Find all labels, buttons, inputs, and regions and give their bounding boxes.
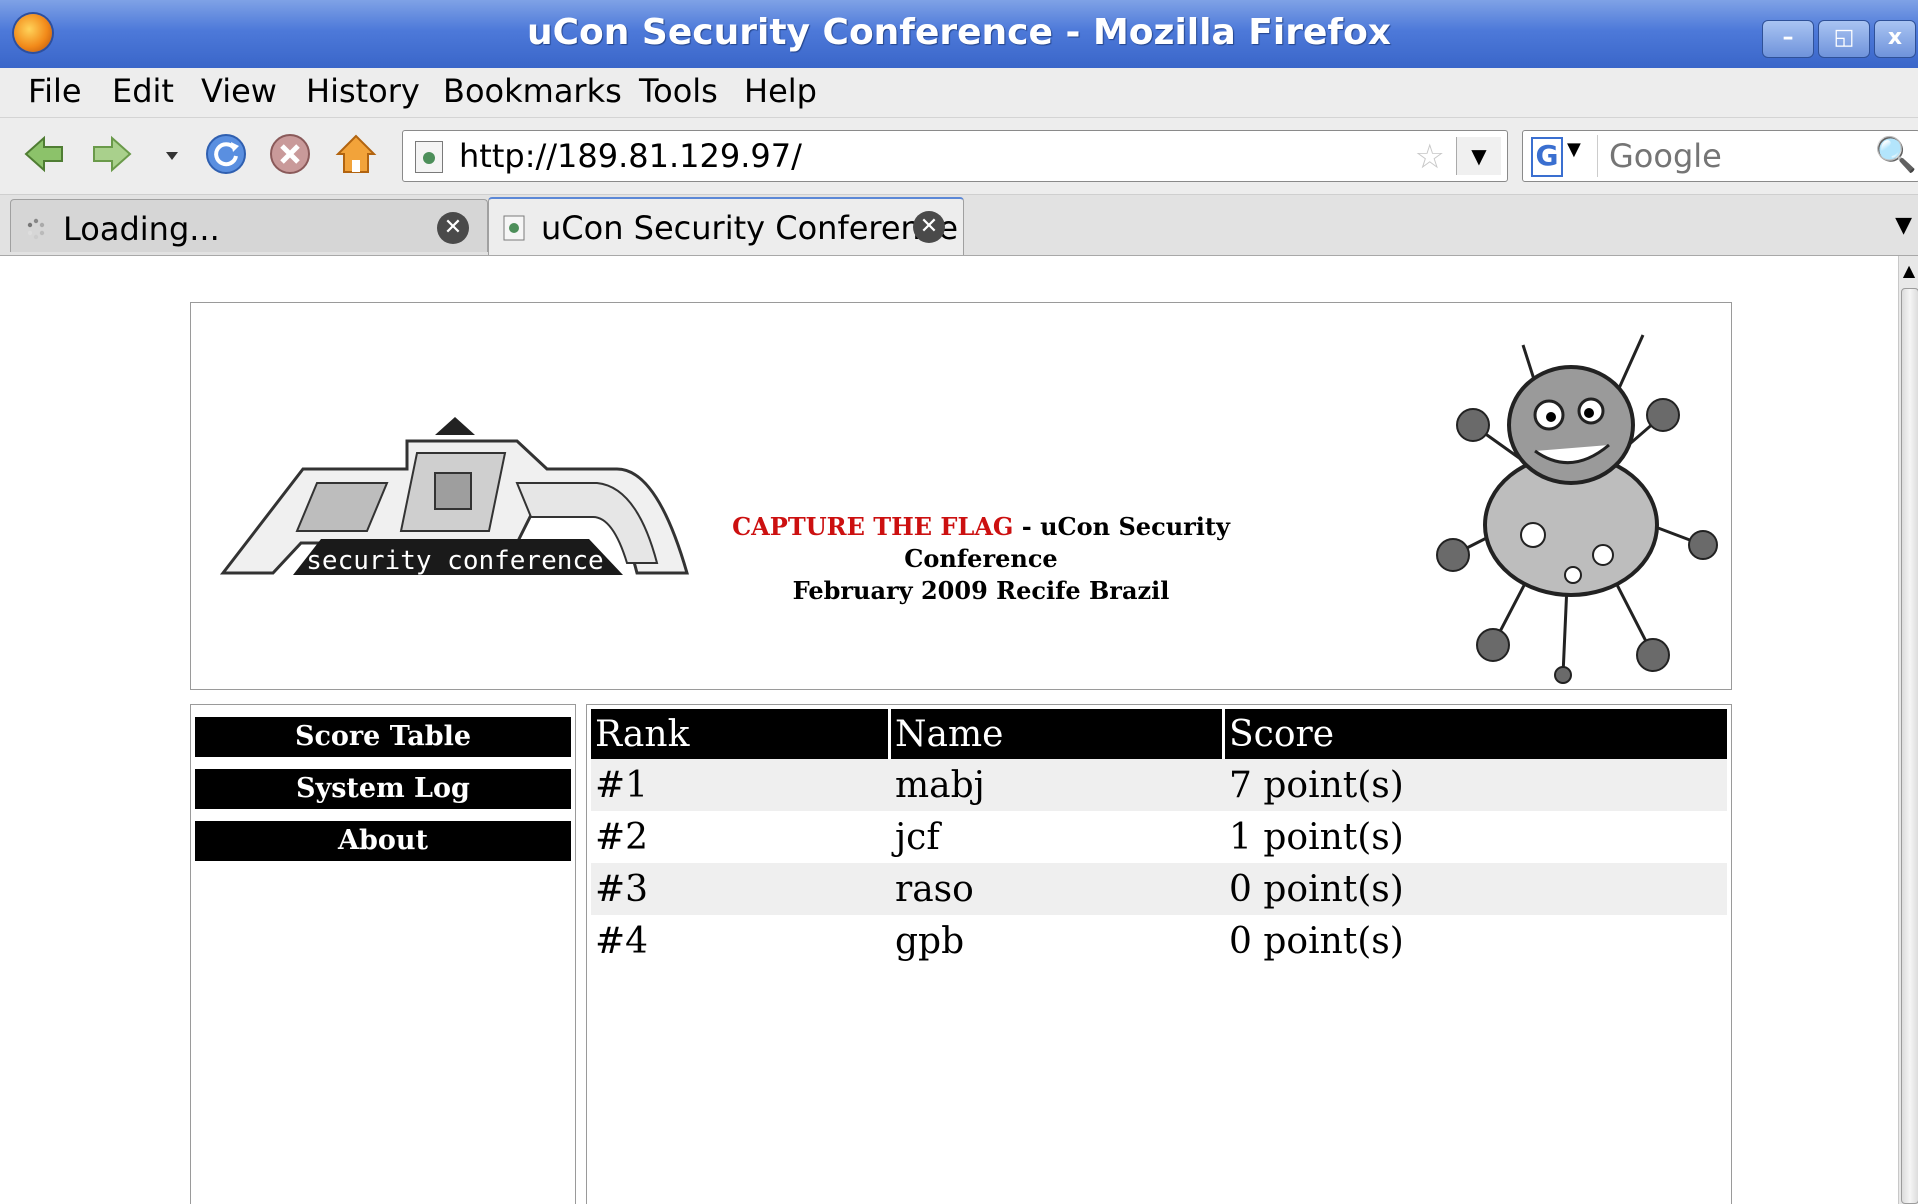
back-icon[interactable] xyxy=(22,132,66,176)
search-icon[interactable]: 🔍 xyxy=(1875,135,1917,175)
menu-bookmarks[interactable]: Bookmarks xyxy=(443,72,622,110)
minimize-button[interactable]: – xyxy=(1762,20,1814,58)
search-divider xyxy=(1597,135,1598,177)
close-tab-icon[interactable]: ✕ xyxy=(437,212,469,244)
menu-edit[interactable]: Edit xyxy=(112,72,174,110)
tab-ucon[interactable]: uCon Security Conference ✕ xyxy=(488,197,964,255)
table-header-row: Rank Name Score xyxy=(591,709,1727,759)
search-input[interactable] xyxy=(1607,137,1841,175)
mascot-illustration xyxy=(1436,334,1718,684)
ctf-label: CAPTURE THE FLAG xyxy=(732,512,1014,541)
score-table-panel: Rank Name Score #1 mabj 7 point(s) #2 jc… xyxy=(586,704,1732,1204)
table-row: #4 gpb 0 point(s) xyxy=(591,915,1727,967)
rank-cell: #2 xyxy=(595,816,649,858)
table-row: #3 raso 0 point(s) xyxy=(591,863,1727,915)
name-cell: gpb xyxy=(895,920,965,962)
forward-icon[interactable] xyxy=(90,132,134,176)
menu-help[interactable]: Help xyxy=(744,72,817,110)
maximize-button[interactable]: ◱ xyxy=(1818,20,1870,58)
name-cell: jcf xyxy=(895,816,940,858)
event-date-location: February 2009 Recife Brazil xyxy=(792,576,1170,605)
site-identity-icon[interactable] xyxy=(415,141,443,173)
loading-spinner-icon xyxy=(27,218,45,240)
name-cell: raso xyxy=(891,863,1225,915)
banner-caption: CAPTURE THE FLAG - uCon Security Confere… xyxy=(711,511,1251,607)
nav-about[interactable]: About xyxy=(195,821,571,861)
url-bar[interactable]: http://189.81.129.97/ ☆ ▼ xyxy=(402,130,1508,182)
column-header-name: Name xyxy=(891,709,1225,759)
column-header-score: Score xyxy=(1225,709,1727,759)
search-engine-icon[interactable]: G xyxy=(1531,137,1563,177)
tab-label: Loading... xyxy=(63,210,220,248)
menu-view[interactable]: View xyxy=(201,72,277,110)
scrollbar-thumb[interactable] xyxy=(1901,288,1918,1204)
table-row: #2 jcf 1 point(s) xyxy=(591,811,1727,863)
menu-file[interactable]: File xyxy=(28,72,82,110)
home-icon[interactable] xyxy=(334,132,378,176)
window-title: uCon Security Conference - Mozilla Firef… xyxy=(526,12,1392,53)
url-text[interactable]: http://189.81.129.97/ xyxy=(459,137,802,175)
rank-cell: #1 xyxy=(591,759,891,811)
navigation-toolbar: http://189.81.129.97/ ☆ ▼ G ▼ 🔍 xyxy=(0,118,1918,195)
history-dropdown-icon[interactable] xyxy=(160,132,184,176)
tab-loading[interactable]: Loading... ✕ xyxy=(10,199,488,252)
menu-history[interactable]: History xyxy=(306,72,420,110)
scroll-up-icon[interactable]: ▲ xyxy=(1899,256,1918,286)
rank-cell: #4 xyxy=(595,920,649,962)
search-bar[interactable]: G ▼ 🔍 xyxy=(1522,130,1918,182)
bookmark-star-icon[interactable]: ☆ xyxy=(1415,137,1445,177)
tab-strip: Loading... ✕ uCon Security Conference ✕ … xyxy=(0,195,1918,256)
menu-bar: File Edit View History Bookmarks Tools H… xyxy=(0,68,1918,118)
name-cell: mabj xyxy=(891,759,1225,811)
page-content: security conference CAPTURE THE FLAG - u… xyxy=(0,256,1898,1204)
score-cell: 0 point(s) xyxy=(1229,920,1404,962)
sidebar: Score Table System Log About xyxy=(190,704,576,1204)
score-cell: 7 point(s) xyxy=(1225,759,1727,811)
header-banner: security conference CAPTURE THE FLAG - u… xyxy=(190,302,1732,690)
list-all-tabs-icon[interactable]: ▼ xyxy=(1895,213,1912,238)
search-engine-dropdown-icon[interactable]: ▼ xyxy=(1567,139,1581,160)
score-cell: 0 point(s) xyxy=(1225,863,1727,915)
column-header-rank: Rank xyxy=(591,709,891,759)
reload-icon[interactable] xyxy=(204,132,248,176)
close-tab-icon[interactable]: ✕ xyxy=(913,211,945,243)
logo-text: security conference xyxy=(306,546,603,576)
score-table: Rank Name Score #1 mabj 7 point(s) #2 jc… xyxy=(591,709,1727,967)
page-icon xyxy=(503,215,525,241)
table-row: #1 mabj 7 point(s) xyxy=(591,759,1727,811)
close-window-button[interactable]: x xyxy=(1874,20,1916,58)
nav-score-table[interactable]: Score Table xyxy=(195,717,571,757)
stop-icon[interactable] xyxy=(268,132,312,176)
menu-tools[interactable]: Tools xyxy=(639,72,718,110)
score-cell: 1 point(s) xyxy=(1229,816,1404,858)
rank-cell: #3 xyxy=(591,863,891,915)
url-dropdown-button[interactable]: ▼ xyxy=(1456,137,1501,175)
ucon-logo: security conference xyxy=(219,417,689,576)
vertical-scrollbar[interactable]: ▲ xyxy=(1898,256,1918,1204)
nav-system-log[interactable]: System Log xyxy=(195,769,571,809)
window-title-bar: uCon Security Conference - Mozilla Firef… xyxy=(0,0,1918,69)
tab-label: uCon Security Conference xyxy=(541,209,959,247)
